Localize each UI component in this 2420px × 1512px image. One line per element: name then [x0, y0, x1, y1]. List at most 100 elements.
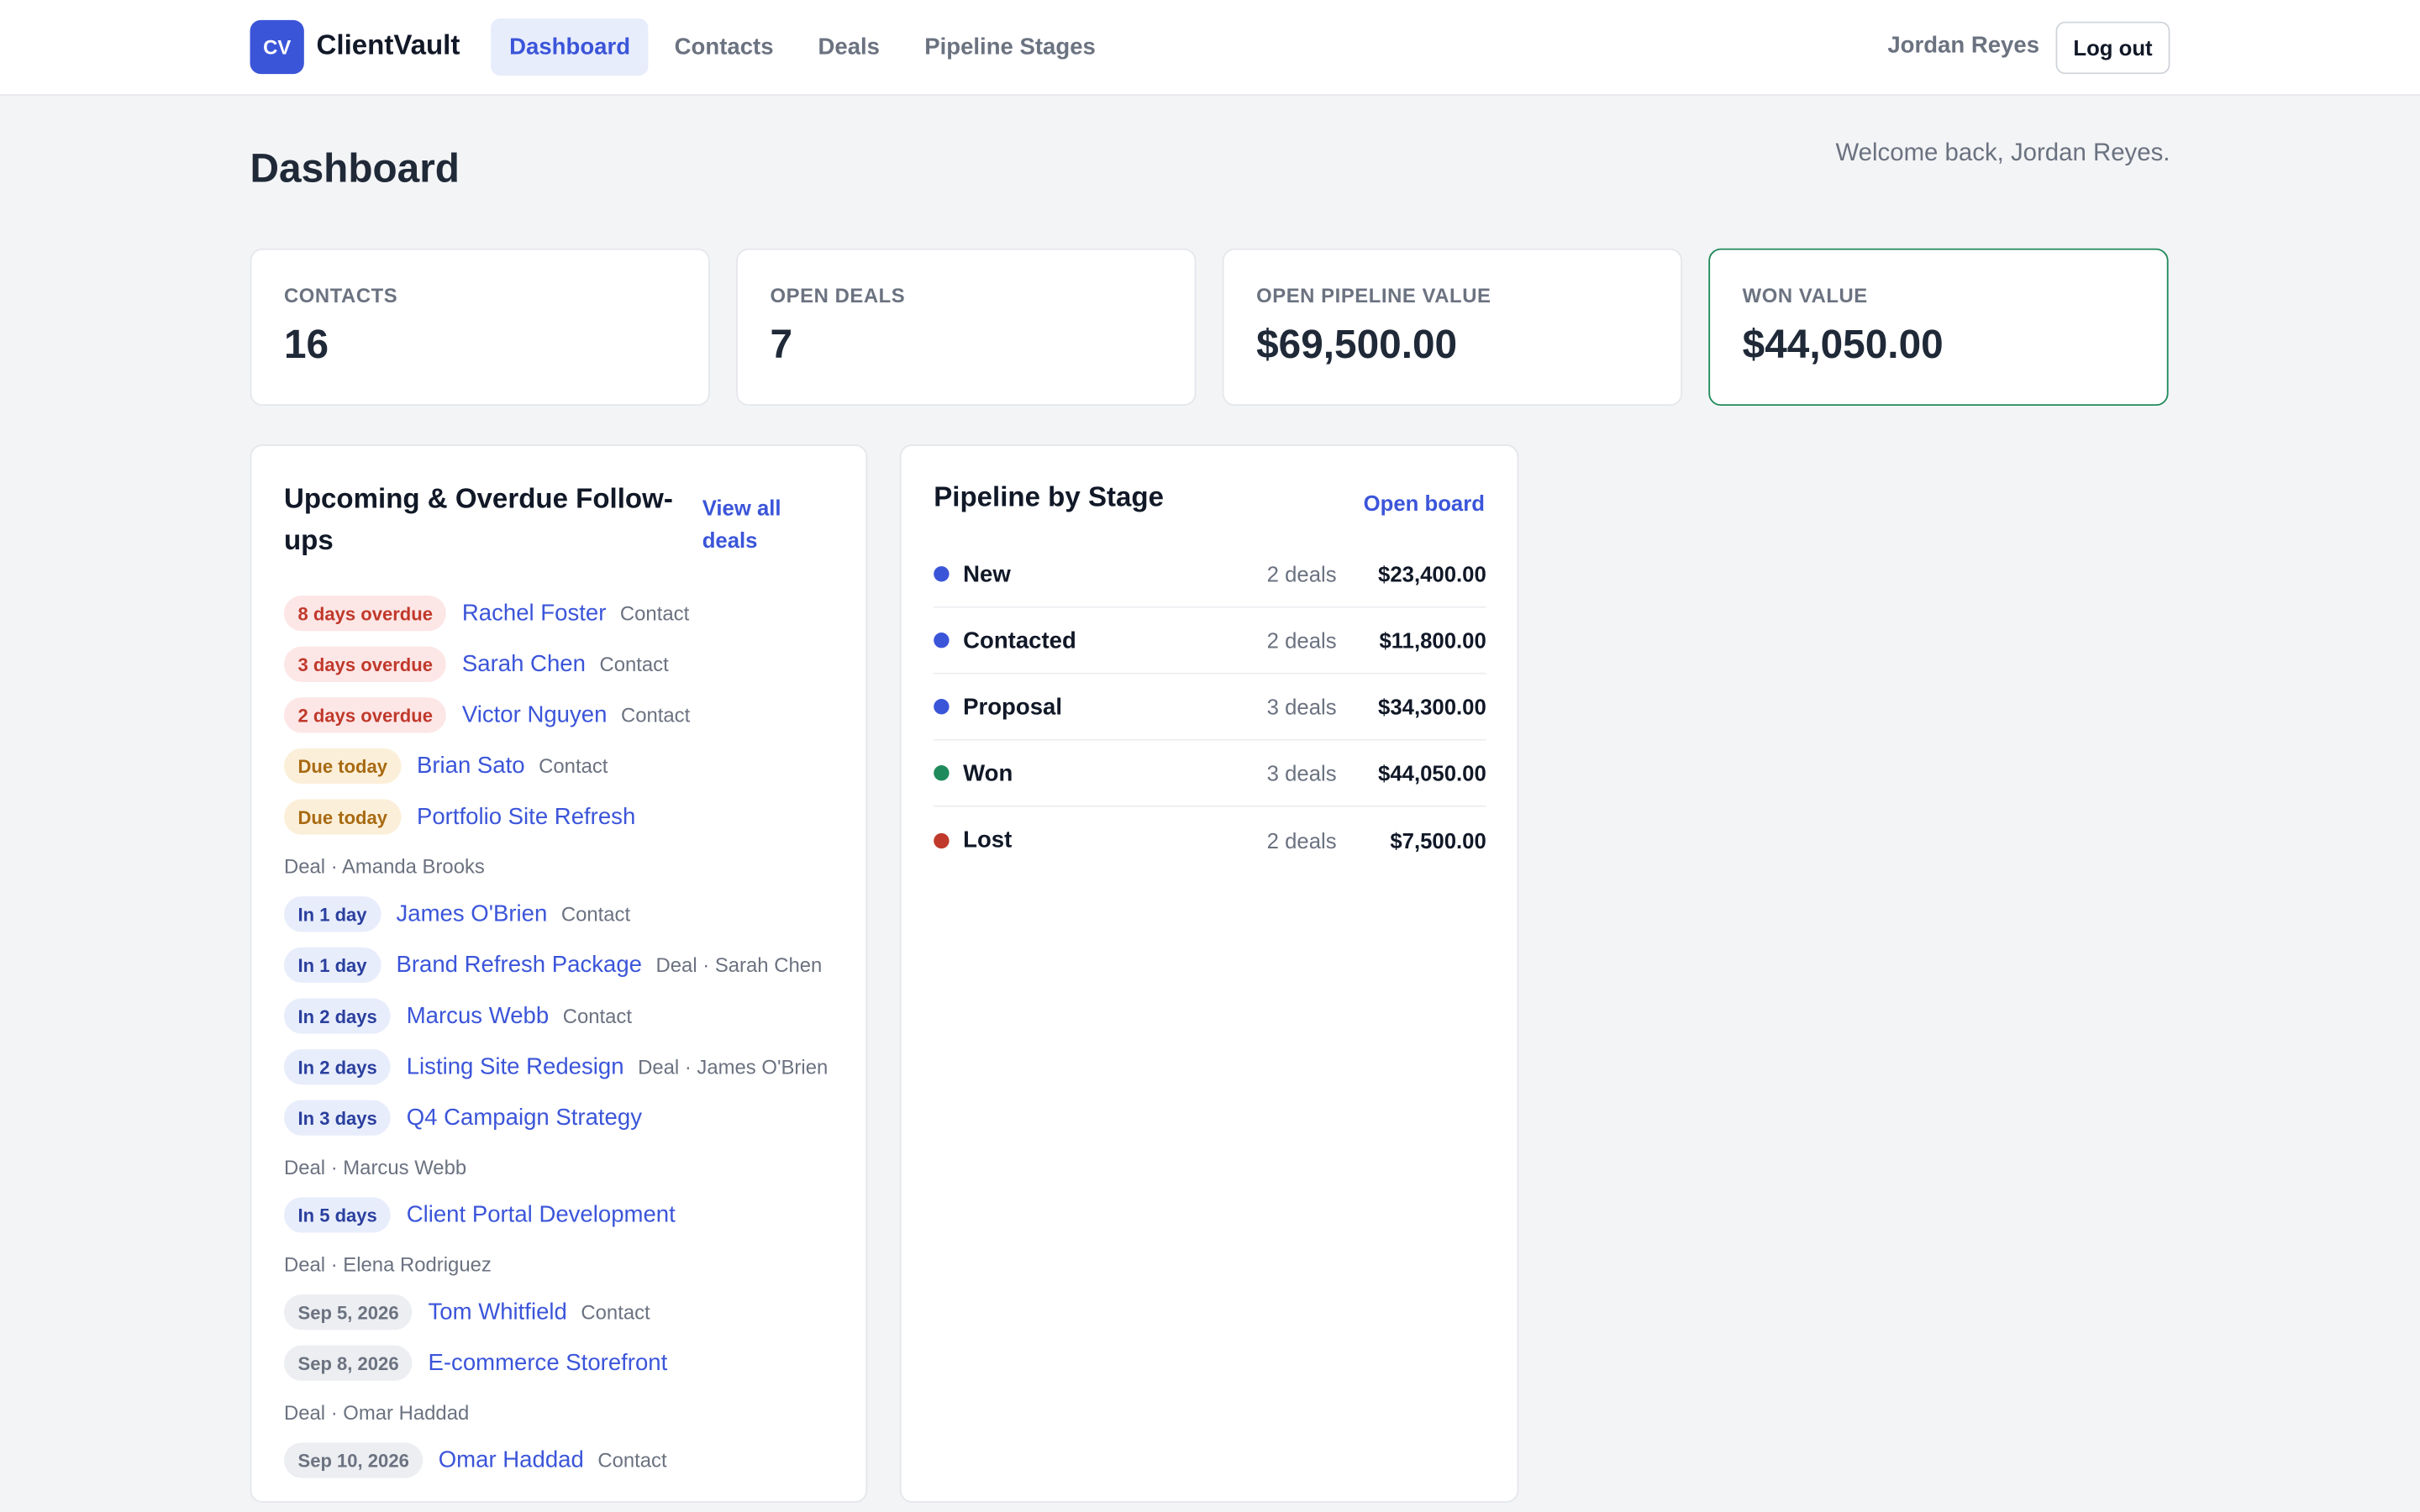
followup-link[interactable]: Q4 Campaign Strategy [407, 1105, 642, 1131]
nav-contacts[interactable]: Contacts [656, 18, 792, 76]
followup-row: In 1 day Brand Refresh Package Deal · Sara… [283, 940, 839, 991]
stat-card-won-value: WON VALUE $44,050.00 [1708, 248, 2169, 407]
followup-item: Due today Brian Sato Contact [283, 741, 839, 792]
due-badge: 2 days overdue [283, 697, 447, 733]
nav-dashboard[interactable]: Dashboard [491, 18, 650, 76]
followup-row: In 2 days Listing Site Redesign Deal · Jam… [283, 1042, 839, 1093]
followup-link[interactable]: Marcus Webb [407, 1003, 549, 1029]
followup-link[interactable]: James O'Brien [396, 901, 547, 927]
followup-row: Due today Portfolio Site Refresh [283, 791, 839, 843]
followup-item: In 1 day Brand Refresh Package Deal · Sara… [283, 940, 839, 991]
followup-meta: Contact [562, 1004, 633, 1028]
followup-link[interactable]: Brand Refresh Package [396, 952, 642, 978]
followup-meta: Contact [599, 652, 669, 676]
logout-button[interactable]: Log out [2055, 21, 2170, 75]
followup-link[interactable]: E-commerce Storefront [428, 1350, 667, 1376]
followup-link[interactable]: Victor Nguyen [462, 702, 608, 728]
followup-link[interactable]: Sarah Chen [462, 651, 586, 677]
stage-deal-count: 3 deals [1266, 760, 1337, 785]
followup-link[interactable]: Portfolio Site Refresh [417, 804, 635, 830]
open-board-link[interactable]: Open board [1364, 487, 1485, 520]
followup-row: In 3 days Q4 Campaign Strategy [283, 1092, 839, 1143]
stage-name: Won [963, 759, 1013, 786]
stage-deal-count: 3 deals [1266, 694, 1337, 719]
followup-item: Sep 5, 2026 Tom Whitfield Contact [283, 1287, 839, 1338]
stat-value: 16 [283, 321, 329, 368]
page-title: Dashboard [250, 144, 460, 192]
followup-meta: Contact [619, 601, 690, 625]
app-name[interactable]: ClientVault [317, 29, 460, 62]
stage-dot-icon [934, 633, 950, 648]
due-badge: 8 days overdue [283, 595, 447, 632]
followup-link[interactable]: Rachel Foster [462, 600, 607, 626]
followup-meta: Deal · Marcus Webb [283, 1154, 467, 1179]
stage-name: Contacted [963, 627, 1076, 654]
stage-amount: $7,500.00 [1390, 827, 1486, 853]
stat-value: 7 [770, 321, 793, 368]
followup-item: In 5 days Client Portal Development Deal ·… [283, 1189, 839, 1287]
followup-link[interactable]: Tom Whitfield [428, 1299, 566, 1326]
stage-amount: $44,050.00 [1378, 760, 1486, 785]
followup-row: Due today Brian Sato Contact [283, 741, 839, 792]
followups-list: 8 days overdue Rachel Foster Contact 3 days… [283, 588, 839, 1486]
stat-label: CONTACTS [283, 283, 398, 307]
stage-name: New [963, 560, 1011, 587]
followup-meta: Deal · Amanda Brooks [283, 853, 485, 878]
pipeline-title: Pipeline by Stage [934, 481, 1164, 512]
stage-row-lost: Lost 2 deals $7,500.00 [934, 807, 1486, 874]
stage-name: Proposal [963, 693, 1063, 720]
nav-pipeline-stages[interactable]: Pipeline Stages [906, 18, 1114, 76]
stage-amount: $34,300.00 [1378, 694, 1486, 719]
followup-row: 3 days overdue Sarah Chen Contact [283, 638, 839, 690]
stat-value: $44,050.00 [1742, 321, 1944, 368]
due-badge: In 5 days [283, 1197, 392, 1233]
followup-item: Sep 8, 2026 E-commerce Storefront Deal · O… [283, 1337, 839, 1435]
due-badge: 3 days overdue [283, 646, 447, 682]
due-badge: In 1 day [283, 896, 381, 932]
followup-row: Sep 5, 2026 Tom Whitfield Contact [283, 1287, 839, 1338]
stat-card-contacts: CONTACTS 16 [250, 248, 710, 407]
due-badge: Due today [283, 748, 402, 785]
stage-deal-count: 2 deals [1266, 627, 1337, 653]
due-badge: In 2 days [283, 998, 392, 1034]
due-badge: Due today [283, 799, 402, 835]
nav-deals[interactable]: Deals [799, 18, 898, 76]
view-all-deals-link[interactable]: View all deals [702, 492, 841, 557]
followup-row: Sep 8, 2026 E-commerce Storefront [283, 1337, 839, 1389]
followups-panel: Upcoming & Overdue Follow-ups View all d… [250, 444, 868, 1503]
stat-card-open-deals: OPEN DEALS 7 [736, 248, 1197, 407]
followup-item: 8 days overdue Rachel Foster Contact [283, 588, 839, 639]
stat-label: OPEN PIPELINE VALUE [1256, 283, 1491, 307]
followup-item: In 3 days Q4 Campaign Strategy Deal · Marc… [283, 1092, 839, 1189]
due-badge: In 3 days [283, 1100, 392, 1136]
stage-deal-count: 2 deals [1266, 827, 1337, 853]
followup-item: In 2 days Marcus Webb Contact [283, 990, 839, 1042]
followup-link[interactable]: Omar Haddad [439, 1447, 584, 1473]
stat-label: WON VALUE [1742, 283, 1868, 307]
followup-link[interactable]: Listing Site Redesign [407, 1053, 624, 1079]
followup-meta: Deal · Omar Haddad [283, 1399, 470, 1424]
stage-amount: $11,800.00 [1379, 627, 1486, 653]
top-nav-bar: CV ClientVault Dashboard Contacts Deals … [0, 0, 2420, 96]
followup-row: In 5 days Client Portal Development [283, 1189, 839, 1241]
stage-deal-count: 2 deals [1266, 561, 1337, 586]
followup-meta: Contact [560, 902, 631, 927]
followup-meta: Contact [581, 1300, 650, 1324]
followup-meta: Deal · James O'Brien [638, 1055, 829, 1079]
stat-card-open-pipeline-value: OPEN PIPELINE VALUE $69,500.00 [1222, 248, 1683, 407]
followups-title: Upcoming & Overdue Follow-ups [283, 482, 673, 556]
due-badge: Sep 8, 2026 [283, 1345, 413, 1381]
logo-icon[interactable]: CV [250, 19, 304, 75]
due-badge: In 2 days [283, 1048, 392, 1085]
followup-item: Due today Portfolio Site Refresh Deal · Am… [283, 791, 839, 889]
followup-meta: Deal · Sarah Chen [655, 953, 823, 977]
followup-item: Sep 10, 2026 Omar Haddad Contact [283, 1435, 839, 1486]
stat-value: $69,500.00 [1256, 321, 1458, 368]
followup-link[interactable]: Brian Sato [417, 753, 525, 779]
stage-dot-icon [934, 566, 950, 582]
stat-label: OPEN DEALS [770, 283, 906, 307]
followup-link[interactable]: Client Portal Development [407, 1202, 676, 1228]
due-badge: Sep 10, 2026 [283, 1442, 424, 1478]
stage-row-new: New 2 deals $23,400.00 [934, 542, 1486, 608]
stage-row-contacted: Contacted 2 deals $11,800.00 [934, 608, 1486, 675]
